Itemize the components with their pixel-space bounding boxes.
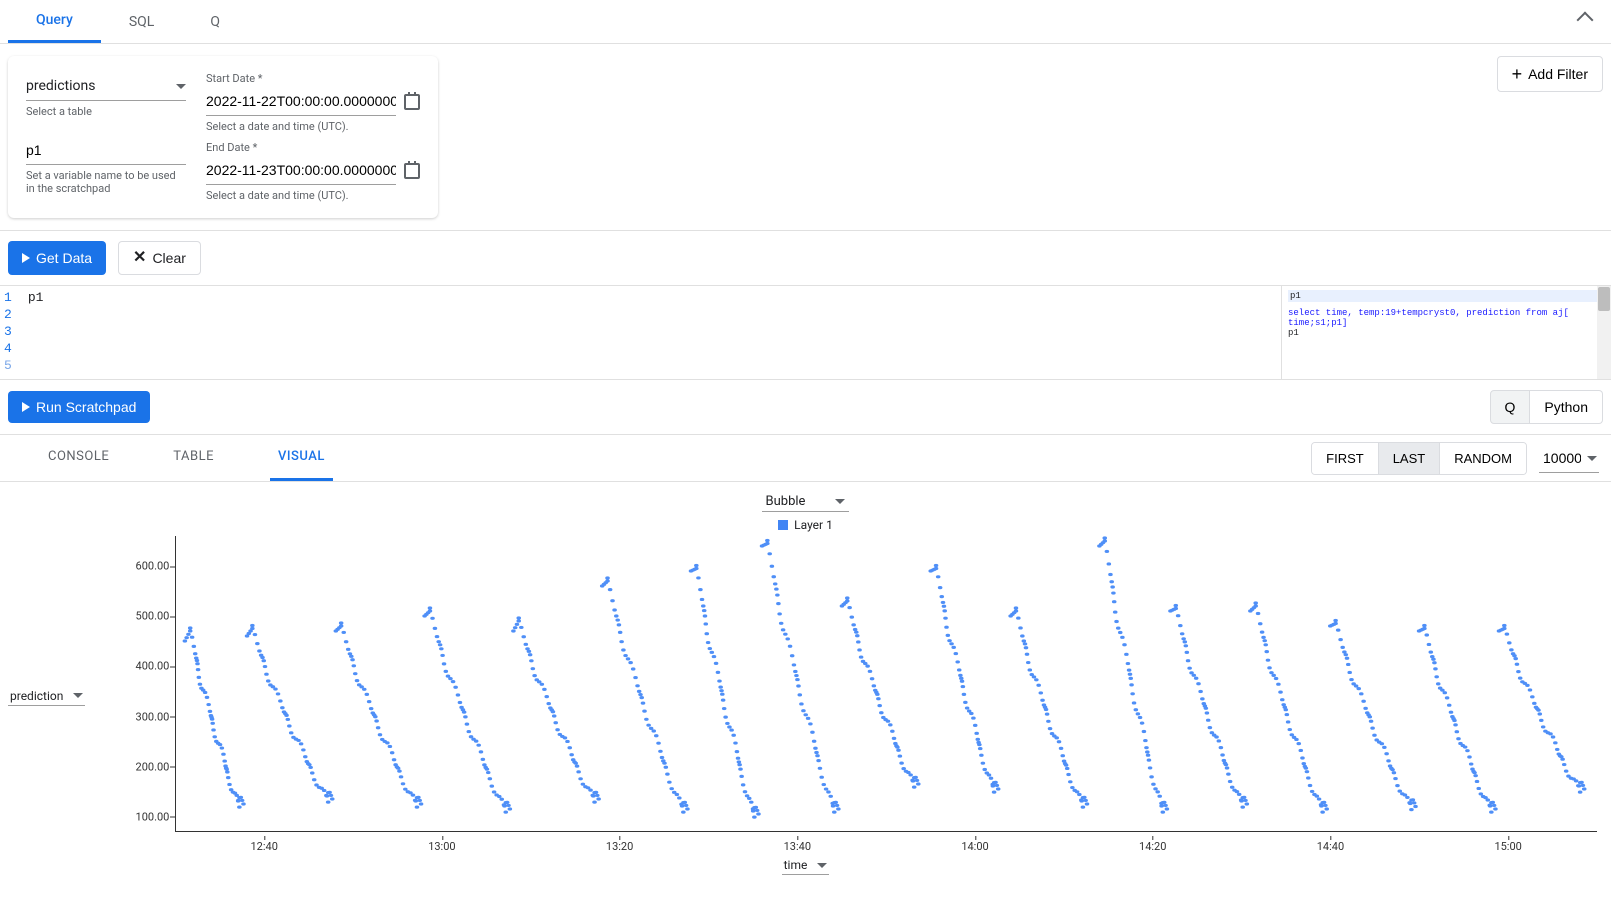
run-scratchpad-button[interactable]: Run Scratchpad (8, 391, 150, 423)
clear-label: Clear (152, 250, 185, 266)
chevron-down-icon (817, 863, 827, 868)
table-helper: Select a table (26, 105, 186, 118)
end-date-label: End Date * (206, 141, 420, 154)
tab-query[interactable]: Query (8, 0, 101, 43)
language-toggle: Q Python (1490, 390, 1603, 424)
play-icon (22, 253, 30, 263)
action-row: Get Data ✕ Clear (0, 231, 1611, 286)
table-select[interactable]: predictions (26, 72, 186, 101)
start-date-label: Start Date * (206, 72, 420, 85)
preview-highlight: p1 (1288, 290, 1605, 302)
run-row: Run Scratchpad Q Python (0, 380, 1611, 435)
y-axis-value: prediction (10, 689, 63, 703)
sql-preview: p1 select time, temp:19+tempcryst0, pred… (1281, 286, 1611, 379)
start-date-helper: Select a date and time (UTC). (206, 120, 366, 133)
y-ticks: 100.00200.00300.00400.00500.00600.00 (131, 536, 175, 832)
sample-controls: FIRST LAST RANDOM (1311, 442, 1599, 475)
editor-row: 12345 p1 p1 select time, temp:19+tempcry… (0, 286, 1611, 380)
x-axis-value: time (784, 858, 808, 872)
plot[interactable] (175, 536, 1597, 832)
get-data-label: Get Data (36, 250, 92, 266)
close-icon: ✕ (133, 250, 146, 266)
code-line (28, 341, 44, 358)
chart-legend: Layer 1 (778, 518, 833, 532)
chevron-up-icon (1577, 11, 1594, 28)
chevron-down-icon (835, 499, 845, 504)
lang-q-button[interactable]: Q (1490, 390, 1531, 424)
chevron-down-icon (73, 693, 83, 698)
plus-icon: + (1512, 65, 1523, 83)
play-icon (22, 402, 30, 412)
query-panel: predictions Select a table Set a variabl… (0, 44, 1611, 231)
sample-count-select[interactable] (1539, 444, 1599, 473)
sample-random-button[interactable]: RANDOM (1440, 443, 1526, 474)
end-date-helper: Select a date and time (UTC). (206, 189, 366, 202)
preview-tail: p1 (1288, 328, 1605, 338)
run-scratchpad-label: Run Scratchpad (36, 399, 136, 415)
sample-mode-toggle: FIRST LAST RANDOM (1311, 442, 1527, 475)
tab-table[interactable]: TABLE (165, 435, 222, 481)
chart-type-select[interactable]: Bubble (762, 492, 850, 512)
top-tabs: Query SQL Q (0, 0, 1611, 44)
tab-visual[interactable]: VISUAL (270, 435, 333, 481)
variable-input[interactable] (26, 136, 186, 165)
start-date-input[interactable] (206, 87, 396, 116)
calendar-icon[interactable] (404, 163, 420, 179)
calendar-icon[interactable] (404, 94, 420, 110)
tab-q[interactable]: Q (182, 2, 248, 42)
editor-gutter: 12345 (0, 286, 20, 379)
chevron-down-icon (1587, 456, 1597, 461)
code-line (28, 307, 44, 324)
get-data-button[interactable]: Get Data (8, 241, 106, 275)
sample-last-button[interactable]: LAST (1379, 443, 1441, 474)
plot-wrap: 100.00200.00300.00400.00500.00600.00 12:… (85, 536, 1603, 856)
query-card: predictions Select a table Set a variabl… (8, 56, 438, 218)
scrollbar-vertical[interactable] (1597, 286, 1611, 379)
collapse-panel[interactable] (1567, 6, 1603, 38)
table-select-value: predictions (26, 78, 95, 94)
add-filter-button[interactable]: + Add Filter (1497, 56, 1603, 92)
y-axis-select[interactable]: prediction (8, 687, 85, 706)
result-tabs: CONSOLE TABLE VISUAL (40, 435, 333, 481)
editor-code[interactable]: p1 (20, 286, 52, 379)
chart-area: Bubble Layer 1 prediction 100.00200.0030… (0, 482, 1611, 895)
add-filter-label: Add Filter (1528, 66, 1588, 82)
clear-button[interactable]: ✕ Clear (118, 241, 201, 275)
chevron-down-icon (176, 84, 186, 89)
code-line (28, 324, 44, 341)
scratchpad-editor[interactable]: 12345 p1 (0, 286, 1281, 379)
tab-console[interactable]: CONSOLE (40, 435, 117, 481)
scrollbar-thumb[interactable] (1598, 287, 1610, 311)
preview-sql: select time, temp:19+tempcryst0, predict… (1288, 308, 1605, 328)
x-axis-select[interactable]: time (782, 856, 830, 875)
code-line: p1 (28, 290, 44, 307)
x-ticks: 12:4013:0013:2013:4014:0014:2014:4015:00 (175, 836, 1597, 856)
result-tabs-row: CONSOLE TABLE VISUAL FIRST LAST RANDOM (0, 435, 1611, 482)
end-date-input[interactable] (206, 156, 396, 185)
scatter-svg (176, 536, 1597, 831)
variable-helper: Set a variable name to be used in the sc… (26, 169, 186, 195)
lang-python-button[interactable]: Python (1530, 390, 1603, 424)
legend-swatch (778, 520, 788, 530)
legend-label: Layer 1 (794, 518, 833, 532)
chart-type-value: Bubble (766, 494, 806, 509)
tab-sql[interactable]: SQL (101, 2, 182, 42)
sample-first-button[interactable]: FIRST (1312, 443, 1379, 474)
